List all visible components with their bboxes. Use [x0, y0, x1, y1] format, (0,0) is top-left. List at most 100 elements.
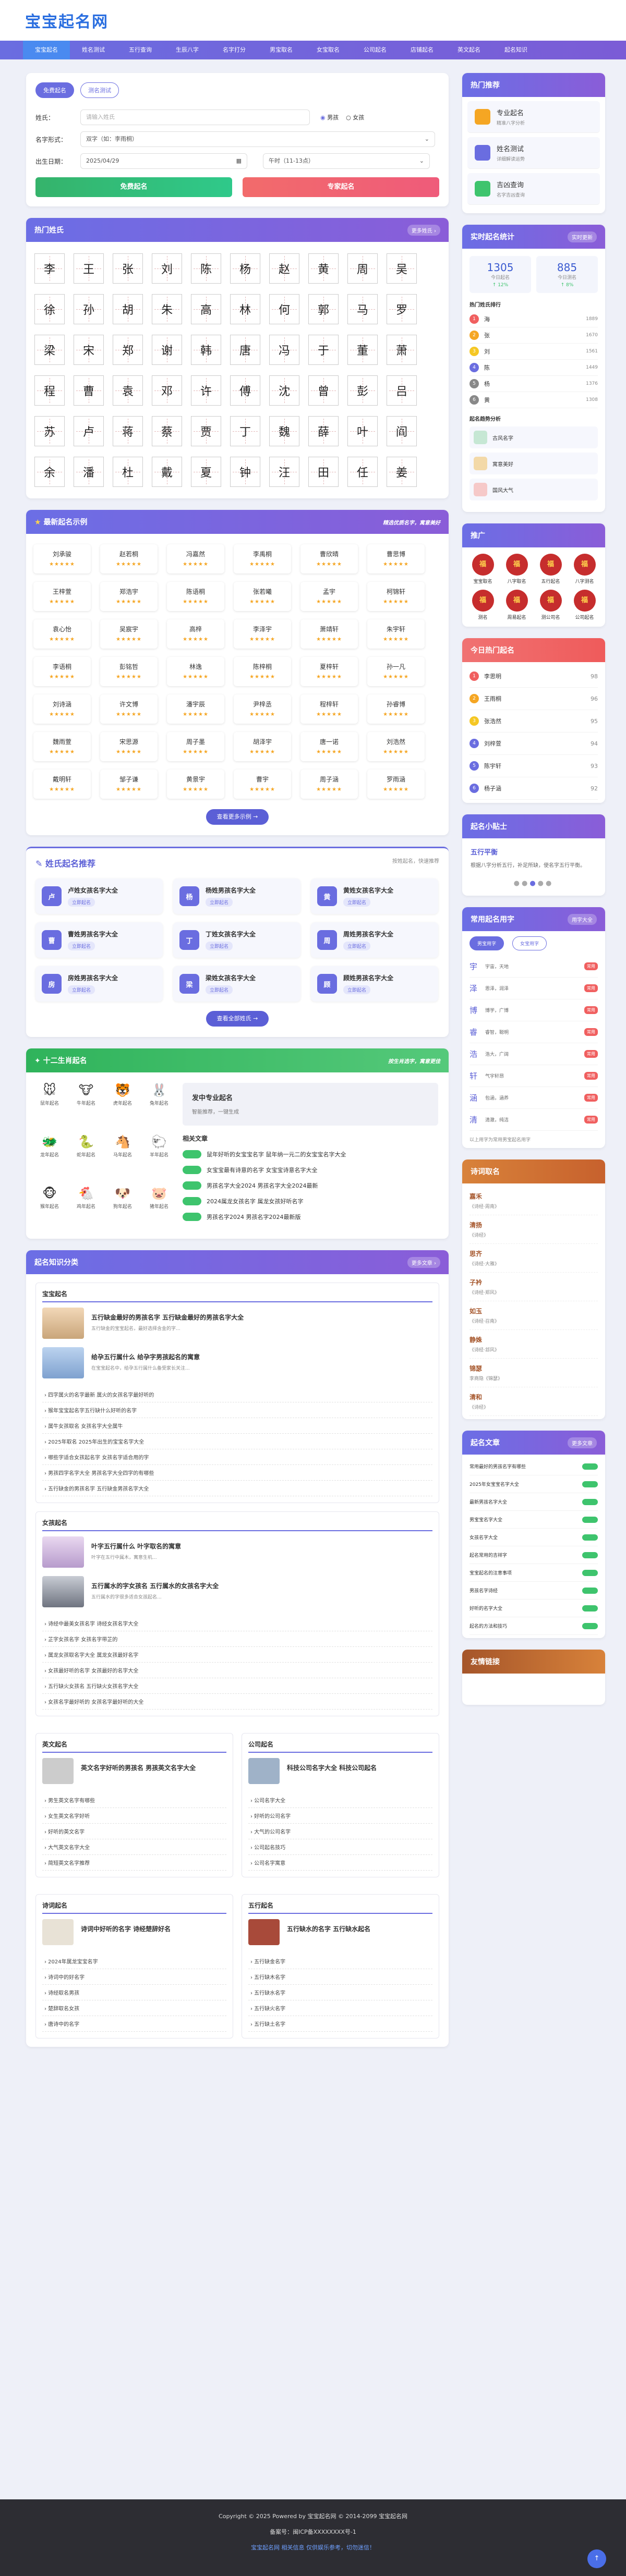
poem-row[interactable]: 子衿 《诗经·郑风》 — [469, 1273, 598, 1301]
name-card[interactable]: 孙睿博 ★★★★★ — [367, 694, 425, 724]
featured-article[interactable]: 五行缺水的名字 五行缺水起名 — [248, 1919, 432, 1945]
surname-cell[interactable]: 于 — [308, 335, 339, 365]
related-link[interactable]: 2024属龙女孩名字 属龙女孩好听名字 — [183, 1197, 438, 1205]
promo-item[interactable]: 福五行起名 — [536, 554, 565, 584]
surname-cell[interactable]: 袁 — [113, 375, 143, 406]
name-card[interactable]: 李泽宇 ★★★★★ — [234, 619, 291, 649]
name-card[interactable]: 胡泽宇 ★★★★★ — [234, 732, 291, 761]
surname-cell[interactable]: 孙 — [74, 294, 104, 324]
name-card[interactable]: 夏梓轩 ★★★★★ — [300, 657, 358, 686]
birth-date-input[interactable]: 2025/04/29 ▦ — [80, 153, 247, 169]
zodiac-item[interactable]: 🐑 羊年起名 — [141, 1134, 177, 1177]
rank-row[interactable]: 2 张 1670 — [469, 327, 598, 344]
featured-article[interactable]: 五行属水的字女孩名 五行属水的女孩名字大全 五行属水的字很多适合女孩起名... — [42, 1576, 432, 1607]
char-row[interactable]: 轩 气宇轩昂 常用 — [469, 1065, 598, 1087]
article-link[interactable]: › 2024年属龙宝宝名字 — [42, 1954, 226, 1969]
surname-cell[interactable]: 何 — [269, 294, 299, 324]
name-card[interactable]: 周子墨 ★★★★★ — [167, 732, 224, 761]
surname-cell[interactable]: 薛 — [308, 416, 339, 446]
char-row[interactable]: 泽 恩泽，润泽 常用 — [469, 978, 598, 999]
surname-cell[interactable]: 傅 — [230, 375, 260, 406]
article-link[interactable]: › 女孩名字最好听的 女孩名字最好听的大全 — [42, 1694, 432, 1710]
surname-cell[interactable]: 杨 — [230, 253, 260, 284]
name-card[interactable]: 李语桐 ★★★★★ — [33, 657, 91, 686]
name-card[interactable]: 冯嘉然 ★★★★★ — [167, 544, 224, 573]
surname-cell[interactable]: 周 — [347, 253, 378, 284]
name-card[interactable]: 魏雨萱 ★★★★★ — [33, 732, 91, 761]
article-link[interactable]: › 好听的公司名字 — [248, 1808, 432, 1824]
name-card[interactable]: 彭铭哲 ★★★★★ — [100, 657, 158, 686]
article-link[interactable]: › 属牛女孩取名 女孩名字大全属牛 — [42, 1418, 432, 1434]
surname-card[interactable]: 曹曹姓男孩名字大全 立即起名 — [35, 922, 163, 958]
name-card[interactable]: 郑浩宇 ★★★★★ — [100, 582, 158, 611]
surname-card[interactable]: 房房姓男孩名字大全 立即起名 — [35, 966, 163, 1002]
featured-article[interactable]: 科技公司名字大全 科技公司起名 — [248, 1758, 432, 1784]
surname-cell[interactable]: 魏 — [269, 416, 299, 446]
daily-row[interactable]: 4 刘梓萱 94 — [469, 732, 598, 755]
surname-cell[interactable]: 吕 — [387, 375, 417, 406]
surname-cell[interactable]: 许 — [191, 375, 221, 406]
surname-cell[interactable]: 曾 — [308, 375, 339, 406]
name-card[interactable]: 张若曦 ★★★★★ — [234, 582, 291, 611]
surname-cell[interactable]: 张 — [113, 253, 143, 284]
name-card[interactable]: 陈梓桐 ★★★★★ — [234, 657, 291, 686]
gender-boy-radio[interactable]: ◉ 男孩 — [320, 113, 339, 121]
article-link[interactable]: › 女孩最好听的名字 女孩最好的名字大全 — [42, 1663, 432, 1678]
featured-article[interactable]: 叶字五行属什么 叶字取名的寓意 叶字在五行中属木，寓意生机... — [42, 1536, 432, 1568]
zodiac-item[interactable]: 🐭 鼠年起名 — [31, 1083, 68, 1125]
rank-row[interactable]: 1 海 1889 — [469, 311, 598, 327]
surname-cell[interactable]: 李 — [34, 253, 65, 284]
surname-cell[interactable]: 刘 — [152, 253, 182, 284]
related-link[interactable]: 女宝宝最有诗意的名字 女宝宝诗意名字大全 — [183, 1166, 438, 1174]
article-link[interactable]: › 公司起名技巧 — [248, 1839, 432, 1855]
hot-item[interactable]: 专业起名 精准八字分析 — [467, 101, 600, 133]
more-articles-link[interactable]: 更多文章 — [568, 1437, 597, 1448]
name-card[interactable]: 程梓轩 ★★★★★ — [300, 694, 358, 724]
back-to-top-button[interactable]: ↑ — [587, 2549, 606, 2568]
more-surnames-link[interactable]: 更多姓氏 › — [407, 224, 440, 236]
surname-cell[interactable]: 韩 — [191, 335, 221, 365]
article-link[interactable]: › 五行缺火名字 — [248, 2000, 432, 2016]
name-card[interactable]: 戴明轩 ★★★★★ — [33, 770, 91, 799]
hot-item[interactable]: 吉凶查询 名字吉凶查询 — [467, 173, 600, 205]
surname-cell[interactable]: 曹 — [74, 375, 104, 406]
surname-cell[interactable]: 蒋 — [113, 416, 143, 446]
name-card[interactable]: 孟宇 ★★★★★ — [300, 582, 358, 611]
promo-item[interactable]: 福测名 — [468, 590, 497, 620]
name-card[interactable]: 刘承骏 ★★★★★ — [33, 544, 91, 573]
article-link[interactable]: › 五行缺木名字 — [248, 1969, 432, 1985]
surname-cell[interactable]: 赵 — [269, 253, 299, 284]
article-link[interactable]: › 哪些字适合女孩起名字 女孩名字适合用的字 — [42, 1449, 432, 1465]
surname-cell[interactable]: 唐 — [230, 335, 260, 365]
daily-row[interactable]: 5 陈宇轩 93 — [469, 755, 598, 777]
surname-cell[interactable]: 马 — [347, 294, 378, 324]
surname-cell[interactable]: 王 — [74, 253, 104, 284]
surname-cell[interactable]: 卢 — [74, 416, 104, 446]
birth-time-select[interactable]: 午时（11-13点） ⌄ — [263, 153, 430, 169]
all-surnames-button[interactable]: 查看全部姓氏 → — [206, 1011, 269, 1027]
article-link[interactable]: › 诗经中最美女孩名字 诗经女孩名字大全 — [42, 1616, 432, 1631]
rank-row[interactable]: 6 黄 1308 — [469, 392, 598, 408]
daily-row[interactable]: 2 王雨桐 96 — [469, 688, 598, 710]
promo-item[interactable]: 福公司起名 — [570, 590, 599, 620]
zodiac-item[interactable]: 🐶 狗年起名 — [104, 1186, 141, 1228]
sidebar-article[interactable]: 男宝宝名字大全 — [469, 1511, 598, 1529]
more-articles-link[interactable]: 更多文章 › — [407, 1256, 440, 1268]
sidebar-article[interactable]: 女孩名字大全 — [469, 1529, 598, 1546]
name-card[interactable]: 罗雨涵 ★★★★★ — [367, 770, 425, 799]
nav-item[interactable]: 英文起名 — [446, 41, 492, 59]
surname-cell[interactable]: 谢 — [152, 335, 182, 365]
article-link[interactable]: › 五行缺金名字 — [248, 1954, 432, 1969]
nav-item[interactable]: 姓名测试 — [70, 41, 117, 59]
surname-cell[interactable]: 徐 — [34, 294, 65, 324]
article-link[interactable]: › 2025年取名 2025年出生的宝宝名字大全 — [42, 1434, 432, 1449]
related-link[interactable]: 鼠年好听的女宝宝名字 鼠年纳一元二的女宝宝名字大全 — [183, 1150, 438, 1158]
surname-cell[interactable]: 林 — [230, 294, 260, 324]
article-link[interactable]: › 大气英文名字大全 — [42, 1839, 226, 1855]
name-card[interactable]: 刘诗涵 ★★★★★ — [33, 694, 91, 724]
surname-card[interactable]: 顾顾姓男孩名字大全 立即起名 — [311, 966, 438, 1002]
expert-naming-button[interactable]: 专家起名 — [243, 177, 439, 197]
char-badge[interactable]: 用字大全 — [568, 913, 597, 925]
nav-item[interactable]: 五行查询 — [117, 41, 164, 59]
promo-box[interactable]: 发中专业起名 智能推荐，一键生成 — [183, 1083, 438, 1126]
